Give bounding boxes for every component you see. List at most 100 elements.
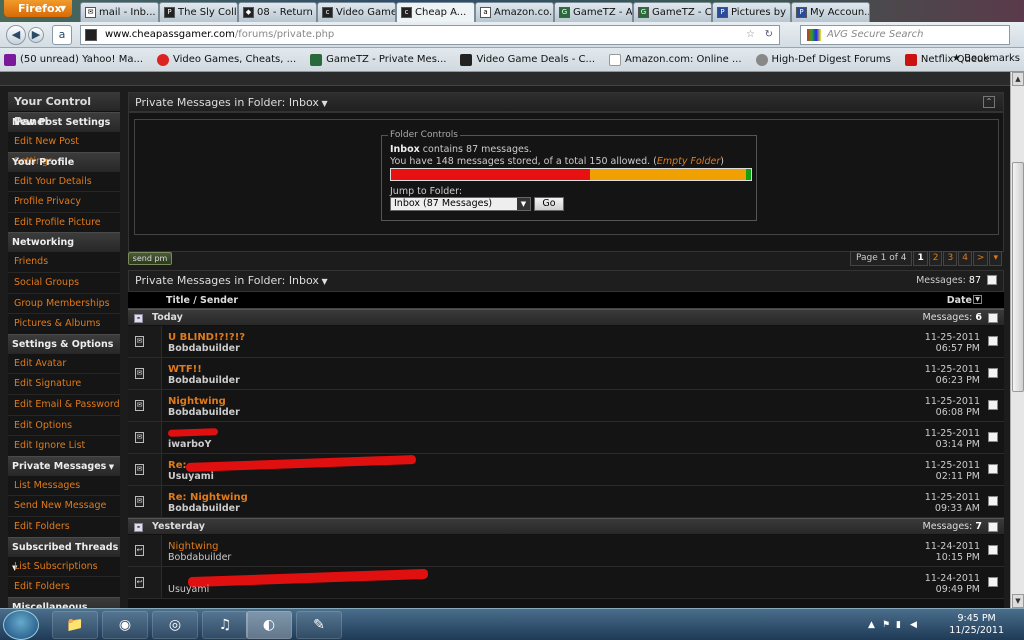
- bookmark-item[interactable]: High-Def Digest Forums: [755, 53, 891, 66]
- browser-tab[interactable]: ◆08 - Return ...: [238, 2, 317, 22]
- sidebar-item-social-groups[interactable]: Social Groups: [8, 271, 120, 293]
- go-button[interactable]: Go: [534, 197, 564, 211]
- collapse-minus-icon[interactable]: -: [134, 523, 143, 532]
- jump-to-folder-select[interactable]: Inbox (87 Messages) ▼: [390, 197, 531, 211]
- sidebar-item-edit-avatar[interactable]: Edit Avatar: [8, 352, 120, 374]
- message-checkbox[interactable]: [988, 496, 998, 506]
- sidebar-item-edit-ignore-list[interactable]: Edit Ignore List: [8, 435, 120, 456]
- sort-icon[interactable]: ▼: [973, 295, 982, 304]
- group-select-checkbox[interactable]: [988, 522, 998, 532]
- taskbar-paint[interactable]: ✎: [296, 611, 342, 639]
- sidebar-item-edit-your-details[interactable]: Edit Your Details: [8, 170, 120, 192]
- message-title-link[interactable]: Nightwing: [168, 541, 219, 552]
- amazon-toolbar-button[interactable]: a: [52, 25, 72, 45]
- taskbar-playstation[interactable]: ◉: [102, 611, 148, 639]
- message-row[interactable]: ✉ U BLIND!?!?!? Bobdabuilder 11-25-2011 06:5…: [128, 326, 1004, 358]
- sidebar-item-profile-privacy[interactable]: Profile Privacy: [8, 191, 120, 212]
- message-checkbox[interactable]: [988, 577, 998, 587]
- bookmark-item[interactable]: (50 unread) Yahoo! Ma...: [4, 53, 143, 66]
- sidebar-item-edit-email-password[interactable]: Edit Email & Password: [8, 393, 120, 415]
- volume-icon[interactable]: ◀: [910, 620, 920, 630]
- taskbar-explorer[interactable]: 📁: [52, 611, 98, 639]
- sidebar-item-edit-subscription-folders[interactable]: Edit Folders: [8, 576, 120, 597]
- reload-icon[interactable]: ↻: [765, 26, 773, 44]
- sidebar-item-list-messages[interactable]: List Messages: [8, 474, 120, 496]
- chevron-down-icon[interactable]: ▾: [989, 251, 1002, 266]
- star-icon[interactable]: ☆: [746, 26, 755, 44]
- bookmark-item[interactable]: Amazon.com: Online ...: [609, 53, 742, 66]
- page-link-current[interactable]: 1: [913, 251, 928, 266]
- taskbar-firefox[interactable]: ◐: [246, 611, 292, 639]
- page-link[interactable]: 3: [943, 251, 958, 266]
- flag-icon[interactable]: ⚑: [882, 620, 892, 630]
- collapse-icon[interactable]: ⌃: [983, 96, 995, 108]
- back-button[interactable]: ◀: [6, 25, 26, 45]
- message-title-link[interactable]: WTF!!: [168, 364, 202, 375]
- message-row[interactable]: ✉ Re: Nightwing Bobdabuilder 11-25-2011 09:3…: [128, 486, 1004, 518]
- message-title-link[interactable]: Nightwing: [168, 396, 226, 407]
- message-row[interactable]: ✉ iwarboY 11-25-2011 03:14 PM: [128, 422, 1004, 454]
- taskbar-itunes[interactable]: ♫: [202, 611, 248, 639]
- message-row[interactable]: ✉ WTF!! Bobdabuilder 11-25-2011 06:23 PM: [128, 358, 1004, 390]
- network-icon[interactable]: ▮: [896, 620, 906, 630]
- message-row[interactable]: ✉ Nightwing Bobdabuilder 11-25-2011 06:08 PM: [128, 390, 1004, 422]
- message-checkbox[interactable]: [988, 368, 998, 378]
- sidebar-item-edit-signature[interactable]: Edit Signature: [8, 373, 120, 394]
- message-checkbox[interactable]: [988, 545, 998, 555]
- message-row[interactable]: ↩ Nightwing Bobdabuilder 11-24-2011 10:15 PM: [128, 535, 1004, 567]
- list-folder-name[interactable]: Inbox: [289, 274, 319, 287]
- message-title-link[interactable]: Re:: [168, 460, 186, 471]
- page-link[interactable]: 4: [958, 251, 972, 266]
- message-checkbox[interactable]: [988, 400, 998, 410]
- sidebar-item-edit-options[interactable]: Edit Options: [8, 414, 120, 436]
- message-title-link[interactable]: U BLIND!?!?!?: [168, 332, 245, 343]
- chevron-down-icon[interactable]: ▼: [319, 99, 327, 108]
- tray-arrow-icon[interactable]: ▲: [868, 620, 878, 630]
- bookmark-item[interactable]: GameTZ - Private Mes...: [310, 53, 446, 66]
- taskbar-app[interactable]: ◎: [152, 611, 198, 639]
- url-bar[interactable]: www.cheapassgamer.com/forums/private.php…: [80, 25, 780, 45]
- sidebar-item-friends[interactable]: Friends: [8, 251, 120, 272]
- message-checkbox[interactable]: [988, 336, 998, 346]
- browser-tab[interactable]: GGameTZ - A...: [554, 2, 633, 22]
- bookmark-item[interactable]: Video Game Deals - C...: [460, 53, 595, 66]
- browser-tab[interactable]: a Amazon.co...: [475, 2, 554, 22]
- sidebar-item-pictures-albums[interactable]: Pictures & Albums: [8, 313, 120, 334]
- select-all-checkbox[interactable]: [987, 275, 997, 285]
- message-row[interactable]: ↩ Usuyami 11-24-2011 09:49 PM: [128, 567, 1004, 599]
- collapse-minus-icon[interactable]: -: [134, 314, 143, 323]
- sidebar-section-private-messages[interactable]: Private Messages ▼: [8, 455, 120, 475]
- next-page-link[interactable]: >: [972, 251, 989, 266]
- sidebar-item-edit-new-post-settings[interactable]: Edit New Post Settings: [8, 131, 120, 167]
- search-input[interactable]: AVG Secure Search: [800, 25, 1010, 45]
- forward-button[interactable]: ▶: [28, 27, 44, 43]
- sidebar-item-send-new-message[interactable]: Send New Message: [8, 495, 120, 516]
- panel-folder-name[interactable]: Inbox: [289, 96, 319, 109]
- message-title-link[interactable]: Re: Nightwing: [168, 492, 248, 503]
- sidebar-item-list-subscriptions[interactable]: List Subscriptions: [8, 555, 120, 577]
- group-select-checkbox[interactable]: [988, 313, 998, 323]
- browser-tab[interactable]: PPictures by ...: [712, 2, 791, 22]
- chevron-down-icon[interactable]: ▼: [319, 277, 327, 286]
- sidebar-item-edit-folders[interactable]: Edit Folders: [8, 515, 120, 537]
- sidebar-section-subscribed-threads[interactable]: Subscribed Threads ▼: [8, 536, 120, 572]
- send-pm-button[interactable]: send pm: [128, 252, 172, 265]
- scroll-up-icon[interactable]: ▲: [1012, 72, 1024, 86]
- page-scrollbar[interactable]: ▲ ▼: [1010, 72, 1024, 608]
- bookmark-item[interactable]: Video Games, Cheats, ...: [157, 53, 296, 66]
- column-date[interactable]: Date: [947, 295, 972, 306]
- message-checkbox[interactable]: [988, 432, 998, 442]
- browser-tab-active[interactable]: c Cheap A...: [396, 2, 475, 22]
- start-button[interactable]: [3, 610, 39, 640]
- message-checkbox[interactable]: [988, 464, 998, 474]
- sidebar-item-group-memberships[interactable]: Group Memberships: [8, 292, 120, 314]
- browser-tab[interactable]: GGameTZ - C...: [633, 2, 712, 22]
- browser-tab[interactable]: cVideo Game...: [317, 2, 396, 22]
- bookmarks-menu-button[interactable]: ★ Bookmarks: [952, 53, 1020, 64]
- firefox-menu-button[interactable]: Firefox ▼: [4, 0, 72, 17]
- scrollbar-thumb[interactable]: [1012, 162, 1024, 392]
- taskbar-clock[interactable]: 9:45 PM 11/25/2011: [949, 613, 1004, 637]
- scroll-down-icon[interactable]: ▼: [1012, 594, 1024, 608]
- browser-tab[interactable]: ✉ mail - Inb...: [80, 2, 159, 22]
- browser-tab[interactable]: P My Accoun...: [791, 2, 870, 22]
